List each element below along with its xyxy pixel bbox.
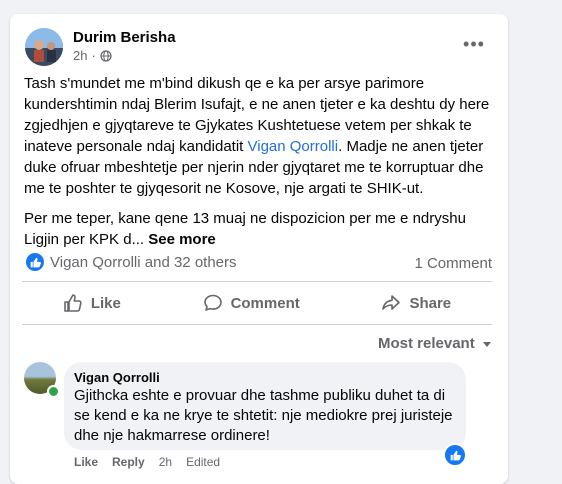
post-author-name[interactable]: Durim Berisha bbox=[73, 29, 176, 46]
comment-button-label: Comment bbox=[230, 294, 300, 312]
post-paragraph-1: Tash s'mundet me m'bind dikush qe e ka p… bbox=[24, 73, 498, 199]
comment-time[interactable]: 2h bbox=[159, 455, 172, 469]
like-button-label: Like bbox=[90, 294, 121, 312]
post-paragraph-2-text: Per me teper, kane qene 13 muaj ne dispo… bbox=[24, 210, 466, 248]
comment-like-reaction-icon[interactable] bbox=[443, 443, 467, 467]
actions-divider-bottom bbox=[22, 324, 492, 325]
comment-reply-button[interactable]: Reply bbox=[112, 455, 145, 469]
see-more-link[interactable]: See more bbox=[148, 231, 216, 248]
comment-count[interactable]: 1 Comment bbox=[414, 255, 492, 272]
share-arrow-icon bbox=[382, 295, 401, 310]
share-button[interactable]: Share bbox=[381, 293, 451, 313]
comment-edited-label: Edited bbox=[186, 455, 221, 469]
comment-sort-label: Most relevant bbox=[378, 335, 475, 352]
share-button-label: Share bbox=[409, 294, 452, 312]
meta-separator: · bbox=[91, 48, 96, 63]
comment-author-name[interactable]: Vigan Qorrolli bbox=[74, 370, 160, 385]
more-options-icon: ••• bbox=[463, 33, 485, 54]
comment-text: Gjithcka eshte e provuar dhe tashme publ… bbox=[74, 387, 453, 444]
globe-icon bbox=[100, 49, 112, 62]
like-reaction-icon bbox=[26, 253, 44, 271]
avatar-photo-icon bbox=[25, 28, 63, 66]
comment-actions: Like Reply 2h Edited bbox=[74, 455, 220, 469]
post-options-button[interactable]: ••• bbox=[456, 29, 492, 59]
actions-divider-top bbox=[22, 281, 492, 282]
comment-sort-dropdown[interactable]: Most relevant bbox=[378, 335, 493, 352]
reaction-summary-text: Vigan Qorrolli and 32 others bbox=[50, 253, 237, 271]
post-actions-bar: Like Comment Share bbox=[22, 286, 492, 320]
caret-down-icon bbox=[482, 341, 491, 347]
thumbs-up-icon bbox=[64, 294, 82, 312]
like-button[interactable]: Like bbox=[63, 293, 121, 313]
online-status-dot bbox=[47, 385, 60, 398]
post-meta: 2h · bbox=[73, 48, 112, 63]
mention-link[interactable]: Vigan Qorrolli bbox=[248, 138, 339, 155]
comment-bubble-icon bbox=[203, 294, 222, 311]
author-avatar[interactable] bbox=[25, 28, 63, 66]
comment-like-button[interactable]: Like bbox=[74, 455, 98, 469]
post-paragraph-2: Per me teper, kane qene 13 muaj ne dispo… bbox=[24, 208, 498, 250]
reaction-summary[interactable]: Vigan Qorrolli and 32 others bbox=[26, 253, 237, 271]
post-body: Tash s'mundet me m'bind dikush qe e ka p… bbox=[24, 73, 498, 259]
post-time[interactable]: 2h bbox=[73, 48, 87, 63]
comment-button[interactable]: Comment bbox=[203, 293, 300, 313]
